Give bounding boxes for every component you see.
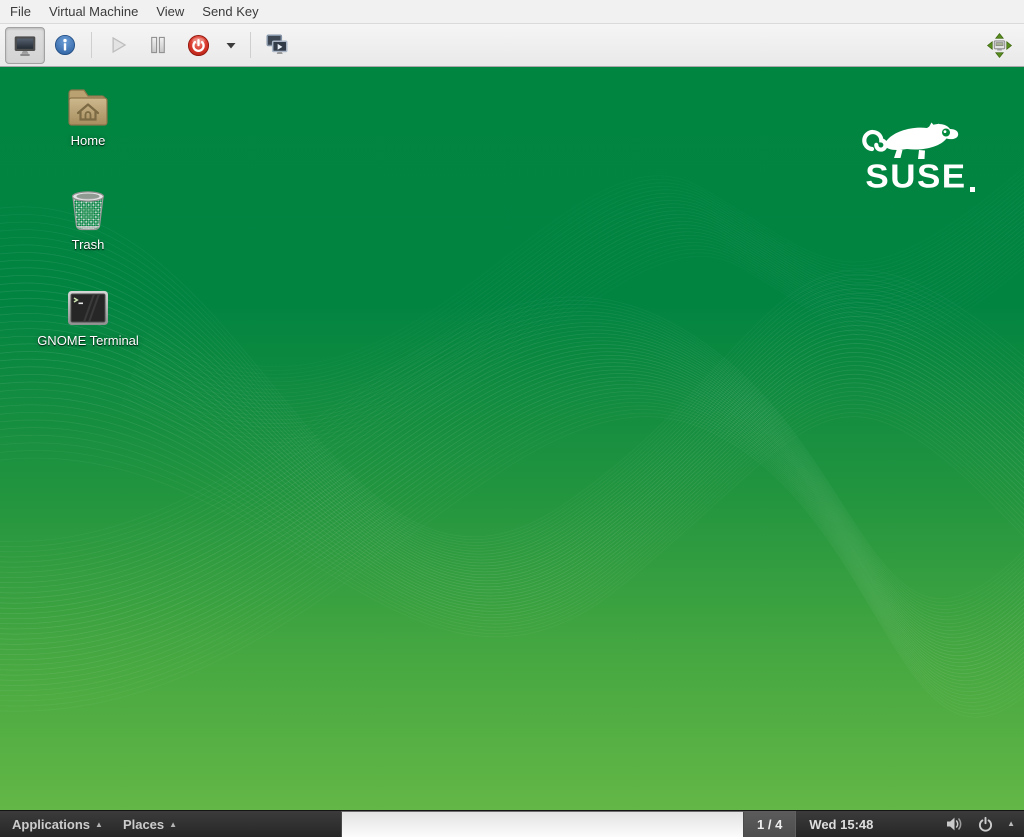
- home-folder-icon: [65, 87, 111, 129]
- suse-wordmark-dot: [969, 187, 975, 192]
- toolbar: [0, 24, 1024, 67]
- info-icon: [53, 33, 77, 57]
- desktop-icon-trash[interactable]: Trash: [40, 187, 136, 252]
- menu-view[interactable]: View: [147, 0, 193, 23]
- desktop-icon-gnome-terminal[interactable]: GNOME Terminal: [23, 289, 153, 348]
- suse-logo: SUSE: [850, 117, 990, 194]
- run-button[interactable]: [98, 27, 138, 64]
- clock[interactable]: Wed 15:48: [809, 817, 873, 832]
- shutdown-button[interactable]: [178, 27, 218, 64]
- menu-file[interactable]: File: [1, 0, 40, 23]
- suse-wordmark: SUSE: [865, 157, 967, 196]
- workspace-indicator-label: 1 / 4: [757, 816, 783, 832]
- dual-monitor-play-icon: [264, 32, 290, 58]
- suse-wordmark-row: SUSE: [865, 157, 975, 196]
- desktop-icon-label: Trash: [71, 237, 105, 252]
- volume-icon[interactable]: [945, 816, 964, 832]
- clock-label: Wed 15:48: [809, 816, 874, 832]
- workspace-indicator[interactable]: 1 / 4: [744, 811, 797, 837]
- panel-left-section: Applications ▲ Places ▲: [0, 811, 341, 837]
- panel-right-section: 1 / 4 Wed 15:48 ▲: [744, 811, 1024, 837]
- applications-menu-button[interactable]: Applications ▲: [2, 811, 113, 837]
- window-list-area[interactable]: [341, 811, 744, 837]
- menu-virtual-machine[interactable]: Virtual Machine: [40, 0, 147, 23]
- resize-to-vm-button[interactable]: [979, 27, 1019, 64]
- toolbar-separator: [250, 32, 251, 58]
- shutdown-menu-arrow[interactable]: [218, 27, 244, 64]
- play-icon: [105, 32, 131, 58]
- applications-menu-label: Applications: [12, 816, 91, 832]
- toolbar-separator: [91, 32, 92, 58]
- console-button[interactable]: [5, 26, 45, 64]
- system-tray: ▲: [945, 816, 1024, 833]
- trash-can-icon: [67, 187, 109, 233]
- vm-desktop-display[interactable]: Home Trash GNOME Terminal SUSE: [0, 67, 1024, 810]
- bottom-panel: Applications ▲ Places ▲ 1 / 4 Wed 15:48: [0, 810, 1024, 837]
- shutdown-power-icon: [186, 33, 211, 58]
- vm-manager-button[interactable]: [257, 27, 297, 64]
- desktop-icon-label: Home: [70, 133, 106, 148]
- virt-manager-window: File Virtual Machine View Send Key Home …: [0, 0, 1024, 837]
- up-arrow-icon: ▲: [169, 819, 178, 829]
- pause-icon: [145, 32, 171, 58]
- places-menu-button[interactable]: Places ▲: [113, 811, 187, 837]
- tray-expand-arrow-icon[interactable]: ▲: [1007, 820, 1015, 828]
- power-icon[interactable]: [977, 816, 994, 833]
- places-menu-label: Places: [122, 816, 165, 832]
- menu-send-key[interactable]: Send Key: [193, 0, 267, 23]
- resize-to-vm-icon: [986, 32, 1013, 59]
- console-monitor-icon: [12, 32, 38, 58]
- up-arrow-icon: ▲: [95, 819, 103, 829]
- pause-button[interactable]: [138, 27, 178, 64]
- menubar: File Virtual Machine View Send Key: [0, 0, 1024, 24]
- desktop-icon-home[interactable]: Home: [40, 87, 136, 148]
- terminal-icon: [66, 289, 110, 329]
- desktop-icon-label: GNOME Terminal: [37, 333, 139, 348]
- details-button[interactable]: [45, 27, 85, 64]
- dropdown-arrow-icon: [223, 37, 239, 53]
